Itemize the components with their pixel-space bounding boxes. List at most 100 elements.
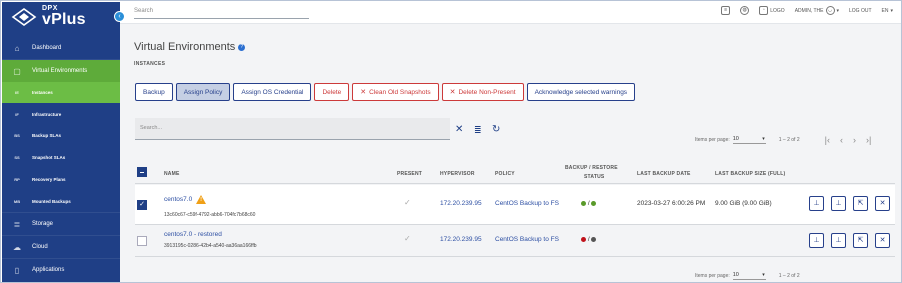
paginator-bottom: Items per page: 10 ▾ 1 – 2 of 2 (695, 272, 800, 280)
page-title-text: Virtual Environments (134, 41, 236, 53)
user-menu[interactable]: ADMIN, THE ◡ ▾ (795, 6, 839, 15)
sidebar-item-label: Backup SLAs (32, 133, 62, 138)
image-icon: ▫ (759, 6, 769, 15)
table-row[interactable]: centos7.0 - restored 3913195c-0286-42b4-… (135, 225, 895, 257)
backup-status-dot (581, 200, 586, 206)
applications-icon: ▯ (14, 265, 20, 275)
sidebar-item-snapshot-slas[interactable]: SS Snapshot SLAs (2, 147, 120, 168)
delete-non-present-button[interactable]: ✕ Delete Non-Present (441, 83, 524, 101)
last-page-icon[interactable]: ›| (866, 135, 871, 145)
refresh-icon[interactable]: ↻ (492, 125, 500, 135)
row-checkbox[interactable] (137, 236, 147, 246)
page-range: 1 – 2 of 2 (778, 137, 800, 143)
instance-name: centos7.0 (164, 196, 193, 204)
cube-icon: ▢ (13, 66, 21, 76)
sidebar-item-label: Infrastructure (32, 112, 62, 117)
tree-icon[interactable]: ⊥ (831, 233, 846, 248)
global-search-input[interactable]: Search (134, 5, 309, 19)
items-per-page-label: Items per page: (695, 137, 730, 143)
sidebar-item-label: Applications (32, 267, 65, 273)
tree-icon[interactable]: ⊥ (831, 196, 846, 211)
sidebar-item-mounted-backups[interactable]: MB Mounted Backups (2, 191, 120, 212)
assign-os-credential-button[interactable]: Assign OS Credential (233, 83, 312, 101)
instance-name-link[interactable]: centos7.0 - restored (164, 231, 222, 238)
tasks-icon[interactable]: ≡ (721, 6, 731, 15)
sidebar-item-label: Virtual Environments (32, 68, 88, 74)
policy-link[interactable]: CentOS Backup to FS (495, 200, 559, 207)
sidebar-item-dashboard[interactable]: ⌂ Dashboard (2, 37, 120, 59)
sidebar-item-label: Dashboard (32, 45, 62, 51)
items-per-page-value: 10 (732, 136, 739, 142)
delete-button[interactable]: Delete (314, 83, 350, 101)
hypervisor-link[interactable]: 172.20.239.95 (440, 200, 482, 207)
backup-restore-status: / (581, 200, 597, 207)
paginator-top: Items per page: 10 ▾ 1 – 2 of 2 |‹ ‹ › ›| (695, 135, 871, 145)
network-icon[interactable]: ⊥ (809, 233, 824, 248)
sidebar-item-infrastructure[interactable]: IF Infrastructure (2, 104, 120, 125)
text-icon: SS (14, 155, 20, 160)
caret-down-icon: ▾ (762, 272, 765, 278)
app-window: DPX vPlus ⌂ Dashboard ▢ Virtual Environm… (0, 0, 902, 283)
column-header-policy[interactable]: POLICY (495, 171, 515, 177)
instances-search-input[interactable]: Search... (135, 118, 450, 140)
help-icon[interactable]: ? (238, 43, 246, 51)
clean-old-snapshots-button[interactable]: ✕ Clean Old Snapshots (352, 83, 439, 101)
sidebar-item-label: Snapshot SLAs (32, 155, 66, 160)
user-name: ADMIN, THE (794, 7, 824, 14)
column-header-last-backup-size[interactable]: LAST BACKUP SIZE (FULL) (715, 171, 785, 177)
first-page-icon[interactable]: |‹ (825, 135, 830, 145)
globe-icon[interactable]: ◍ (740, 6, 750, 15)
button-label: Delete Non-Present (458, 88, 516, 96)
hypervisor-link[interactable]: 172.20.239.95 (440, 236, 482, 243)
clear-filter-icon[interactable]: ✕ (455, 125, 463, 135)
language-select[interactable]: EN ▾ (882, 8, 893, 14)
close-icon: ✕ (360, 89, 367, 96)
column-header-present[interactable]: PRESENT (397, 171, 422, 177)
logout-link[interactable]: LOG OUT (849, 8, 872, 14)
sidebar-item-cloud[interactable]: ☁ Cloud (2, 236, 120, 258)
page-title: Virtual Environments? (134, 41, 246, 53)
sidebar-item-instances[interactable]: IE Instances (2, 82, 120, 103)
acknowledge-warnings-button[interactable]: Acknowledge selected warnings (526, 83, 636, 101)
network-icon[interactable]: ⊥ (809, 196, 824, 211)
instance-name-link[interactable]: centos7.0 (164, 195, 207, 204)
close-icon: ✕ (449, 89, 456, 96)
user-avatar-icon: ◡ (825, 6, 835, 15)
previous-page-icon[interactable]: ‹ (840, 135, 843, 145)
items-per-page-select[interactable]: 10 ▾ (732, 272, 766, 280)
policy-link[interactable]: CentOS Backup to FS (495, 236, 559, 243)
backup-button[interactable]: Backup (135, 83, 173, 101)
table-header: NAME PRESENT HYPERVISOR POLICY BACKUP / … (135, 162, 895, 184)
sidebar-item-storage[interactable]: ≣ Storage (2, 213, 120, 235)
row-checkbox[interactable]: ✓ (137, 200, 147, 210)
assign-policy-button[interactable]: Assign Policy (175, 83, 231, 101)
items-per-page-select[interactable]: 10 ▾ (732, 136, 766, 144)
column-header-last-backup-date[interactable]: LAST BACKUP DATE (637, 171, 691, 177)
close-icon[interactable]: ✕ (875, 196, 890, 211)
column-header-hypervisor[interactable]: HYPERVISOR (440, 171, 475, 177)
sidebar-item-virtual-environments[interactable]: ▢ Virtual Environments (2, 60, 120, 82)
collapse-sidebar-button[interactable]: ‹ (114, 11, 125, 22)
close-icon[interactable]: ✕ (875, 233, 890, 248)
export-icon[interactable]: ⇱ (853, 233, 868, 248)
chevron-left-icon: ‹ (118, 13, 121, 20)
sidebar-item-applications[interactable]: ▯ Applications (2, 259, 120, 281)
warning-icon[interactable] (196, 195, 207, 204)
columns-icon[interactable]: ≣ (474, 125, 482, 135)
logo-label: LOGO (770, 7, 785, 14)
export-icon[interactable]: ⇱ (853, 196, 868, 211)
sidebar-item-backup-slas[interactable]: BS Backup SLAs (2, 125, 120, 146)
backup-status-dot (581, 236, 586, 242)
column-header-name[interactable]: NAME (164, 171, 180, 177)
select-all-checkbox[interactable] (137, 167, 147, 177)
next-page-icon[interactable]: › (853, 135, 856, 145)
brand-name: vPlus (42, 11, 86, 28)
text-icon: IF (15, 112, 19, 117)
sidebar: DPX vPlus ⌂ Dashboard ▢ Virtual Environm… (2, 2, 120, 282)
caret-down-icon: ▾ (762, 136, 765, 142)
table-row[interactable]: ✓ centos7.0 13c60c67-c59f-4792-abb6-704f… (135, 185, 895, 225)
sidebar-item-recovery-plans[interactable]: RP Recovery Plans (2, 169, 120, 190)
sidebar-item-label: Instances (32, 90, 53, 95)
logo: DPX vPlus (2, 2, 120, 36)
logo-link[interactable]: ▫ LOGO (759, 6, 785, 15)
